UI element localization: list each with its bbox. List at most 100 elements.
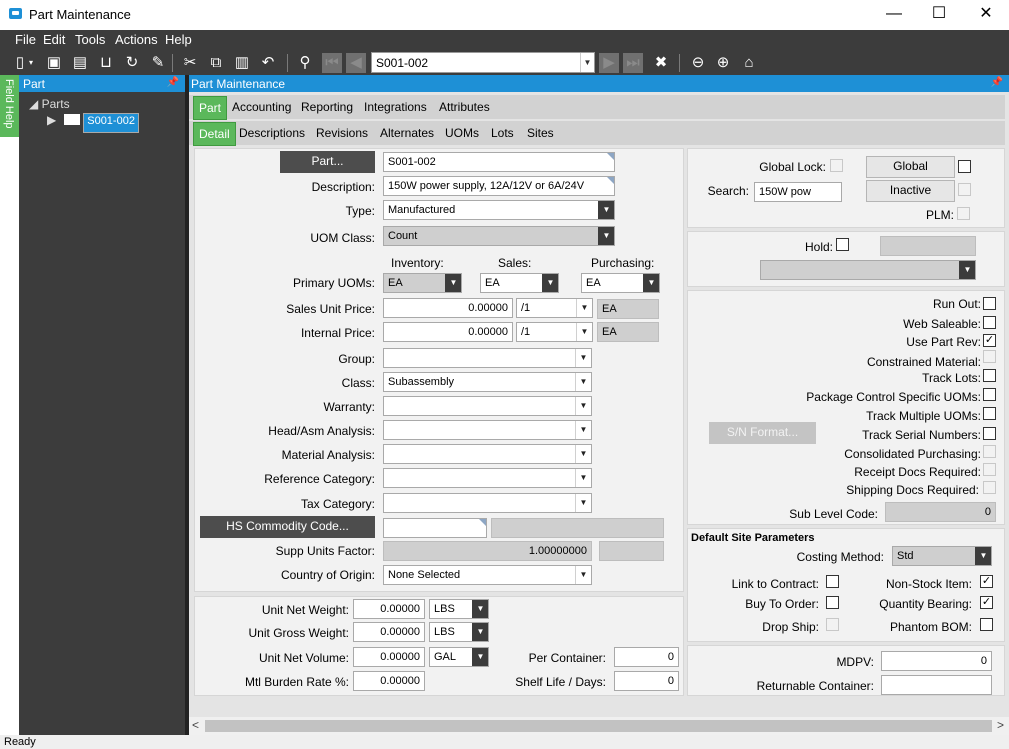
last-record-icon[interactable]: ⏭: [623, 53, 643, 73]
tab-integrations[interactable]: Integrations: [364, 100, 427, 114]
undo-icon[interactable]: ↶: [258, 53, 278, 73]
pin-icon[interactable]: 📌: [991, 77, 1003, 88]
hold-checkbox[interactable]: [836, 238, 849, 251]
track-serial-numbers-checkbox[interactable]: [983, 427, 996, 440]
net-weight-uom-select[interactable]: LBS ▼: [429, 599, 489, 619]
chevron-down-icon[interactable]: ▼: [542, 274, 558, 292]
global-checkbox[interactable]: [958, 160, 971, 173]
chevron-down-icon[interactable]: ▼: [575, 445, 591, 463]
global-button[interactable]: Global: [866, 156, 955, 178]
first-record-icon[interactable]: ⏮: [322, 53, 342, 73]
chevron-down-icon[interactable]: ▼: [598, 201, 614, 219]
pin-icon[interactable]: 📌: [167, 77, 179, 88]
tab-alternates[interactable]: Alternates: [380, 126, 434, 140]
next-record-icon[interactable]: ▶: [599, 53, 619, 73]
non-stock-item-checkbox[interactable]: ✓: [980, 575, 993, 588]
sub-level-code-input[interactable]: 0: [885, 502, 996, 522]
head-asm-analysis-select[interactable]: ▼: [383, 420, 592, 440]
plm-checkbox[interactable]: [957, 207, 970, 220]
refresh-icon[interactable]: ↻: [122, 53, 142, 73]
tree-item[interactable]: ▶ S001-002: [47, 113, 139, 133]
tax-category-select[interactable]: ▼: [383, 493, 592, 513]
forward-icon[interactable]: ⊕: [713, 53, 733, 73]
web-saleable-checkbox[interactable]: [983, 316, 996, 329]
type-select[interactable]: Manufactured ▼: [383, 200, 615, 220]
save-icon[interactable]: ▣: [44, 53, 64, 73]
menu-help[interactable]: Help: [165, 32, 192, 47]
chevron-down-icon[interactable]: ▼: [975, 547, 991, 565]
back-icon[interactable]: ⊖: [688, 53, 708, 73]
inactive-checkbox[interactable]: [958, 183, 971, 196]
cut-icon[interactable]: ✂: [180, 53, 200, 73]
menu-file[interactable]: File: [15, 32, 36, 47]
cup-icon[interactable]: ⊔: [96, 53, 116, 73]
shelf-life-input[interactable]: 0: [614, 671, 679, 691]
unit-gross-weight-input[interactable]: 0.00000: [353, 622, 425, 642]
description-input[interactable]: 150W power supply, 12A/12V or 6A/24V: [383, 176, 615, 196]
horizontal-scrollbar[interactable]: < >: [189, 717, 1009, 735]
chevron-down-icon[interactable]: ▼: [445, 274, 461, 292]
purchasing-uom-select[interactable]: EA ▼: [581, 273, 660, 293]
chevron-down-icon[interactable]: ▼: [576, 299, 592, 317]
part-combo[interactable]: S001-002 ▼: [371, 52, 595, 73]
tree-root[interactable]: ◢ Parts: [29, 97, 70, 111]
track-multiple-uoms-checkbox[interactable]: [983, 407, 996, 420]
net-volume-uom-select[interactable]: GAL ▼: [429, 647, 489, 667]
chevron-down-icon[interactable]: ▼: [576, 323, 592, 341]
menu-tools[interactable]: Tools: [75, 32, 105, 47]
country-of-origin-select[interactable]: None Selected ▼: [383, 565, 592, 585]
chevron-down-icon[interactable]: ▼: [643, 274, 659, 292]
material-analysis-select[interactable]: ▼: [383, 444, 592, 464]
chevron-down-icon[interactable]: ▼: [959, 261, 975, 279]
uom-class-select[interactable]: Count ▼: [383, 226, 615, 246]
tab-revisions[interactable]: Revisions: [316, 126, 368, 140]
global-lock-checkbox[interactable]: [830, 159, 843, 172]
chevron-down-icon[interactable]: ▼: [472, 623, 488, 641]
paste-icon[interactable]: ▥: [232, 53, 252, 73]
buy-to-order-checkbox[interactable]: [826, 596, 839, 609]
menu-actions[interactable]: Actions: [115, 32, 158, 47]
part-button[interactable]: Part...: [280, 151, 375, 173]
chevron-down-icon[interactable]: ▼: [575, 469, 591, 487]
open-book-icon[interactable]: ▤: [70, 53, 90, 73]
home-icon[interactable]: ⌂: [739, 53, 759, 73]
inactive-button[interactable]: Inactive: [866, 180, 955, 202]
inventory-uom-select[interactable]: EA ▼: [383, 273, 462, 293]
use-part-rev-checkbox[interactable]: ✓: [983, 334, 996, 347]
internal-price-per-select[interactable]: /1 ▼: [516, 322, 593, 342]
tab-descriptions[interactable]: Descriptions: [239, 126, 305, 140]
chevron-down-icon[interactable]: ▼: [598, 227, 614, 245]
warranty-select[interactable]: ▼: [383, 396, 592, 416]
sales-price-per-select[interactable]: /1 ▼: [516, 298, 593, 318]
unit-net-volume-input[interactable]: 0.00000: [353, 647, 425, 667]
gross-weight-uom-select[interactable]: LBS ▼: [429, 622, 489, 642]
field-help-tab[interactable]: Field Help: [0, 75, 19, 137]
receipt-docs-checkbox[interactable]: [983, 463, 996, 476]
mdpv-input[interactable]: 0: [881, 651, 992, 671]
package-control-checkbox[interactable]: [983, 388, 996, 401]
close-window-button[interactable]: ✕: [963, 0, 1009, 30]
quantity-bearing-checkbox[interactable]: ✓: [980, 596, 993, 609]
supp-units-factor-input[interactable]: 1.00000000: [383, 541, 592, 561]
costing-method-select[interactable]: Std ▼: [892, 546, 992, 566]
phantom-bom-checkbox[interactable]: [980, 618, 993, 631]
run-out-checkbox[interactable]: [983, 297, 996, 310]
minimize-button[interactable]: —: [871, 0, 917, 30]
search-binoculars-icon[interactable]: ⚲: [295, 53, 315, 73]
scroll-thumb[interactable]: [205, 720, 992, 732]
tab-reporting[interactable]: Reporting: [301, 100, 353, 114]
tab-lots[interactable]: Lots: [491, 126, 514, 140]
delete-x-icon[interactable]: ✖: [651, 53, 671, 73]
tab-uoms[interactable]: UOMs: [445, 126, 479, 140]
link-to-contract-checkbox[interactable]: [826, 575, 839, 588]
internal-price-input[interactable]: 0.00000: [383, 322, 513, 342]
chevron-down-icon[interactable]: ▼: [575, 566, 591, 584]
search-word-input[interactable]: 150W pow: [754, 182, 842, 202]
maximize-button[interactable]: ☐: [916, 0, 962, 30]
chevron-down-icon[interactable]: ▼: [580, 53, 594, 72]
sales-unit-price-input[interactable]: 0.00000: [383, 298, 513, 318]
class-select[interactable]: Subassembly ▼: [383, 372, 592, 392]
hs-commodity-code-button[interactable]: HS Commodity Code...: [200, 516, 375, 538]
chevron-down-icon[interactable]: ▼: [575, 494, 591, 512]
copy-icon[interactable]: ⧉: [206, 53, 226, 73]
